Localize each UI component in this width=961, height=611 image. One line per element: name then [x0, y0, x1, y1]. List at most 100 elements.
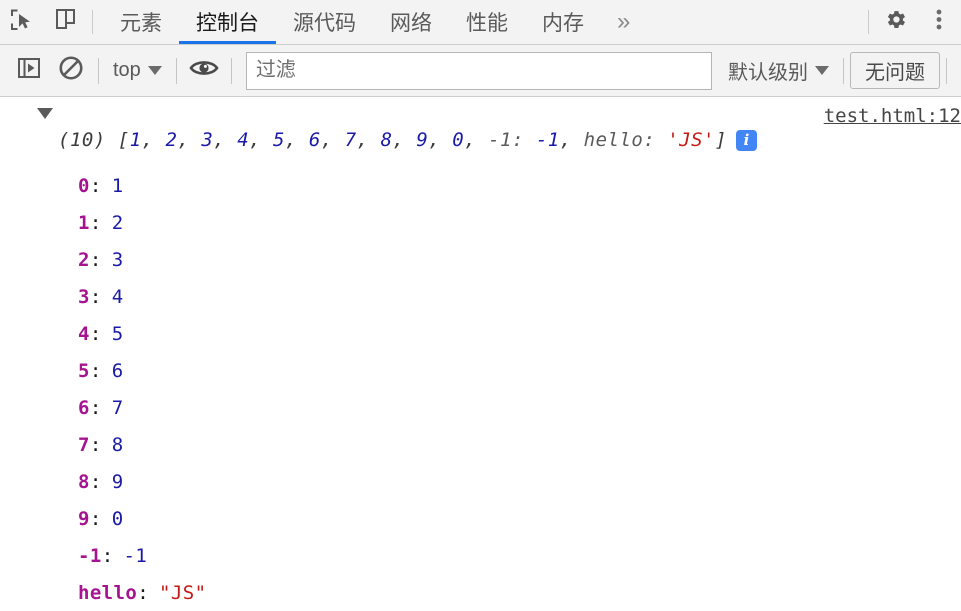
property-colon: :: [89, 248, 102, 271]
console-toolbar-divider-1: [98, 57, 99, 84]
preview-separator: ,: [464, 129, 489, 151]
preview-item: 6: [308, 129, 321, 151]
console-toolbar: top 默认级别 无问题: [0, 45, 961, 97]
preview-item: 4: [237, 129, 250, 151]
property-row[interactable]: -1: -1: [0, 537, 961, 574]
tab-console[interactable]: 控制台: [179, 0, 276, 44]
inspect-element-icon: [9, 7, 35, 38]
property-key: 4: [78, 322, 90, 345]
property-value: "JS": [159, 581, 207, 604]
array-open-bracket: [: [117, 129, 130, 151]
property-row[interactable]: 6:7: [0, 389, 961, 426]
tab-sources[interactable]: 源代码: [276, 0, 373, 44]
property-value: -1: [123, 544, 148, 567]
property-key: 8: [78, 470, 90, 493]
property-row[interactable]: 5:6: [0, 352, 961, 389]
preview-separator: ,: [320, 129, 345, 151]
chevron-double-right-icon: »: [617, 8, 631, 35]
property-colon: :: [89, 322, 102, 345]
property-colon: :: [89, 433, 102, 456]
property-row[interactable]: 2:3: [0, 241, 961, 278]
log-levels-selector[interactable]: 默认级别: [720, 54, 837, 88]
tab-sources-label: 源代码: [293, 12, 356, 35]
inspect-element-button[interactable]: [0, 0, 44, 44]
property-row[interactable]: 7:8: [0, 426, 961, 463]
chevron-down-icon: [815, 66, 829, 75]
property-key: 2: [78, 248, 90, 271]
property-row[interactable]: hello: "JS": [0, 574, 961, 611]
property-row[interactable]: 0:1: [0, 167, 961, 204]
preview-item: 3: [201, 129, 214, 151]
device-toolbar-icon: [53, 7, 79, 38]
property-value: 5: [111, 322, 124, 345]
source-link[interactable]: test.html:12: [824, 105, 961, 127]
filter-input[interactable]: [245, 51, 712, 90]
property-key: 5: [78, 359, 90, 382]
array-preview[interactable]: (10) [1, 2, 3, 4, 5, 6, 7, 8, 9, 0, -1: …: [34, 129, 727, 151]
tab-bar-actions: [864, 0, 961, 44]
property-row[interactable]: 8:9: [0, 463, 961, 500]
preview-separator: ,: [177, 129, 202, 151]
main-menu-button[interactable]: [917, 0, 961, 44]
info-badge-icon[interactable]: i: [735, 129, 757, 151]
execution-context-label: top: [113, 59, 141, 81]
settings-button[interactable]: [873, 0, 917, 44]
console-toolbar-divider-4: [843, 57, 844, 84]
preview-separator: ,: [356, 129, 381, 151]
property-value: 6: [111, 359, 124, 382]
property-value: 9: [111, 470, 124, 493]
chevron-down-icon: [147, 66, 162, 75]
console-toolbar-divider-2: [175, 57, 177, 84]
preview-named-key: -1:: [488, 129, 536, 151]
property-row[interactable]: 9:0: [0, 500, 961, 537]
tab-performance-label: 性能: [466, 12, 508, 35]
property-colon: :: [89, 211, 102, 234]
issues-label: 无问题: [865, 62, 925, 84]
property-key: 1: [78, 211, 90, 234]
clear-console-icon: [57, 54, 85, 87]
property-key: 7: [78, 433, 90, 456]
property-key: hello: [78, 581, 138, 604]
device-toolbar-button[interactable]: [44, 0, 88, 44]
preview-item: 0: [452, 129, 465, 151]
tab-network[interactable]: 网络: [373, 0, 449, 44]
preview-separator: ,: [141, 129, 166, 151]
issues-button[interactable]: 无问题: [850, 52, 940, 89]
property-colon: :: [89, 470, 102, 493]
property-row[interactable]: 4:5: [0, 315, 961, 352]
toolbar-divider-right: [868, 10, 869, 34]
tab-elements-label: 元素: [120, 12, 162, 35]
property-value: 7: [111, 396, 124, 419]
tab-memory[interactable]: 内存: [525, 0, 601, 44]
property-row[interactable]: 3:4: [0, 278, 961, 315]
property-key: 6: [78, 396, 90, 419]
console-sidebar-button[interactable]: [8, 50, 50, 92]
property-colon: :: [89, 396, 102, 419]
gear-icon: [883, 7, 908, 37]
tab-elements[interactable]: 元素: [103, 0, 179, 44]
preview-separator: ,: [392, 129, 417, 151]
preview-item: 9: [416, 129, 429, 151]
console-output: test.html:12 (10) [1, 2, 3, 4, 5, 6, 7, …: [0, 97, 961, 611]
array-length-label: (10): [58, 129, 118, 151]
live-expression-button[interactable]: [183, 50, 225, 92]
preview-item: 5: [273, 129, 285, 151]
property-row[interactable]: 1:2: [0, 204, 961, 241]
preview-item: 2: [165, 129, 178, 151]
property-colon: :: [101, 544, 114, 567]
preview-item: 1: [129, 129, 142, 151]
tab-memory-label: 内存: [542, 12, 584, 35]
preview-separator: ,: [559, 129, 584, 151]
expand-triangle-open-icon[interactable]: [37, 108, 53, 119]
clear-console-button[interactable]: [50, 50, 92, 92]
devtools-tabs: 元素 控制台 源代码 网络 性能 内存 »: [103, 0, 646, 44]
tab-console-label: 控制台: [196, 12, 259, 35]
property-colon: :: [89, 507, 102, 530]
property-value: 3: [111, 248, 124, 271]
tab-performance[interactable]: 性能: [449, 0, 525, 44]
console-toolbar-divider-3: [230, 57, 232, 84]
log-levels-label: 默认级别: [728, 62, 808, 84]
array-close-bracket: ]: [714, 129, 727, 151]
execution-context-selector[interactable]: top: [105, 54, 170, 88]
more-tabs-button[interactable]: »: [601, 0, 646, 44]
